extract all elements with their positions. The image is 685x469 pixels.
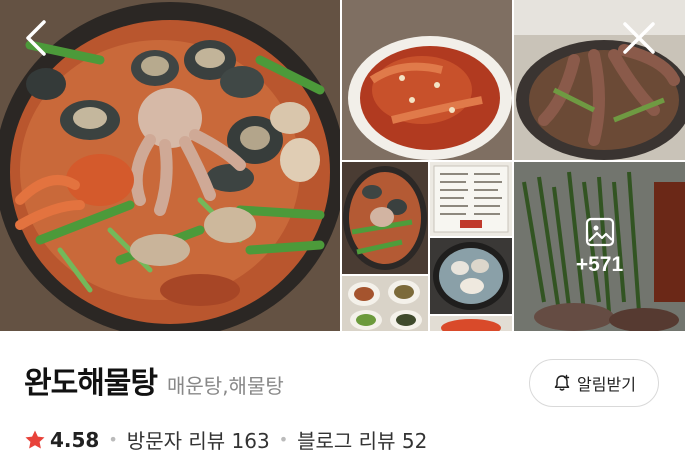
separator-dot: • [278, 430, 289, 449]
bell-plus-icon [554, 374, 570, 391]
visitor-reviews-link[interactable]: 방문자 리뷰 163 [127, 425, 270, 454]
stats-row: 4.58 • 방문자 리뷰 163 • 블로그 리뷰 52 [24, 425, 427, 454]
photo-menu-board[interactable] [430, 162, 512, 236]
alarm-button-label: 알림받기 [577, 375, 636, 394]
star-icon [25, 430, 45, 448]
rating-value: 4.58 [50, 427, 100, 452]
close-icon [623, 22, 655, 54]
close-button[interactable] [619, 18, 659, 58]
chevron-left-icon [26, 20, 46, 56]
photo-stew-small[interactable] [342, 162, 428, 274]
place-category: 매운탕,해물탕 [167, 374, 284, 398]
more-photos-count: +571 [575, 252, 624, 276]
image-icon [585, 217, 614, 246]
photo-octopus-dish[interactable] [514, 0, 685, 160]
photo-shellfish-bowl[interactable] [430, 238, 512, 314]
title-row: 완도해물탕 매운탕,해물탕 [24, 358, 284, 402]
photo-side-dishes[interactable] [342, 276, 428, 331]
blog-reviews-link[interactable]: 블로그 리뷰 52 [297, 425, 427, 454]
more-photos-overlay[interactable]: +571 [514, 162, 685, 331]
photo-spicy-seafood[interactable] [342, 0, 512, 160]
photo-gallery: +571 [0, 0, 685, 331]
photo-sauce-dish[interactable] [430, 316, 512, 331]
place-info: 완도해물탕 매운탕,해물탕 알림받기 4.58 • 방문자 리뷰 163 • 블… [0, 331, 685, 469]
alarm-button[interactable]: 알림받기 [529, 359, 659, 407]
back-button[interactable] [18, 18, 54, 58]
separator-dot: • [108, 430, 118, 449]
place-title: 완도해물탕 [24, 366, 158, 401]
